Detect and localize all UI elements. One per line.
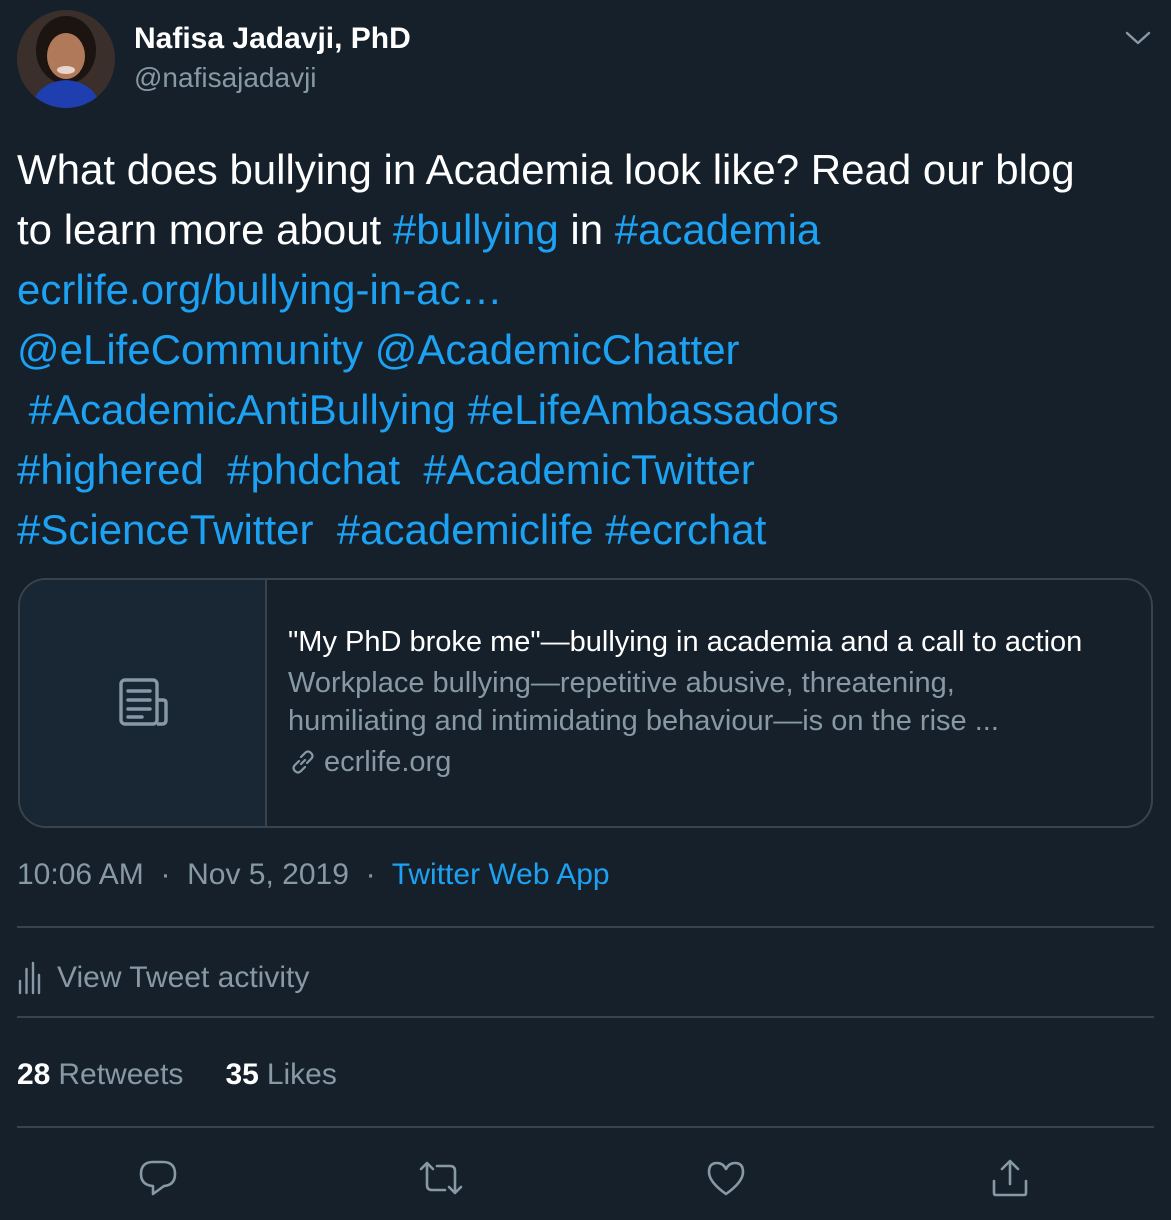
link-icon — [292, 750, 314, 774]
card-description-line: Workplace bullying—repetitive abusive, t… — [288, 667, 955, 699]
tweet-text-line: @eLifeCommunity @AcademicChatter — [17, 320, 1157, 380]
retweet-button[interactable] — [413, 1150, 469, 1206]
divider — [17, 926, 1154, 928]
retweet-icon — [419, 1161, 463, 1195]
tweet-date[interactable]: Nov 5, 2019 — [187, 858, 349, 891]
meta-separator: · — [357, 858, 384, 891]
tweet-text-segment — [594, 506, 606, 553]
tweet-text-segment — [456, 386, 468, 433]
tweet-link[interactable]: ecrlife.org/bullying-in-ac… — [17, 266, 503, 313]
chevron-down-icon[interactable] — [1122, 24, 1154, 52]
likes-stat[interactable]: 35 Likes — [225, 1058, 336, 1092]
tweet-text-segment — [363, 326, 375, 373]
hashtag-link[interactable]: #academia — [615, 206, 820, 253]
hashtag-link[interactable]: #ecrchat — [605, 506, 766, 553]
hashtag-link[interactable]: #bullying — [393, 206, 559, 253]
view-tweet-activity-button[interactable]: View Tweet activity — [17, 957, 309, 999]
reply-button[interactable] — [130, 1150, 186, 1206]
divider — [17, 1126, 1154, 1128]
tweet-text-line: #AcademicAntiBullying #eLifeAmbassadors — [17, 380, 1157, 440]
avatar[interactable] — [17, 10, 115, 108]
tweet-text-segment — [313, 506, 336, 553]
tweet-text: What does bullying in Academia look like… — [17, 140, 1157, 560]
likes-count: 35 — [225, 1058, 259, 1091]
mention-link[interactable]: @eLifeCommunity — [17, 326, 363, 373]
engagement-stats: 28 Retweets 35 Likes — [17, 1058, 379, 1092]
card-domain: ecrlife.org — [288, 742, 1148, 782]
author-handle[interactable]: @nafisajadavji — [134, 62, 317, 94]
hashtag-link[interactable]: #phdchat — [227, 446, 400, 493]
likes-label: Likes — [266, 1058, 337, 1091]
divider — [17, 1016, 1154, 1018]
tweet-text-segment: to learn more about — [17, 206, 393, 253]
tweet-text-segment — [17, 386, 29, 433]
author-display-name[interactable]: Nafisa Jadavji, PhD — [134, 22, 411, 56]
card-thumbnail — [20, 580, 267, 826]
reply-icon — [139, 1160, 177, 1196]
tweet-source-link[interactable]: Twitter Web App — [392, 858, 610, 891]
tweet-text-line: #ScienceTwitter #academiclife #ecrchat — [17, 500, 1157, 560]
tweet-text-line: What does bullying in Academia look like… — [17, 140, 1157, 200]
hashtag-link[interactable]: #highered — [17, 446, 204, 493]
hashtag-link[interactable]: #AcademicAntiBullying — [29, 386, 456, 433]
share-button[interactable] — [982, 1150, 1038, 1206]
retweets-stat[interactable]: 28 Retweets — [17, 1058, 183, 1092]
tweet-detail: Nafisa Jadavji, PhD @nafisajadavji What … — [0, 0, 1171, 1220]
article-icon — [118, 678, 168, 726]
tweet-text-segment — [204, 446, 227, 493]
meta-separator: · — [152, 858, 179, 891]
tweet-text-line: #highered #phdchat #AcademicTwitter — [17, 440, 1157, 500]
retweets-label: Retweets — [58, 1058, 184, 1091]
tweet-time[interactable]: 10:06 AM — [17, 858, 144, 891]
tweet-text-line: ecrlife.org/bullying-in-ac… — [17, 260, 1157, 320]
share-icon — [992, 1159, 1028, 1197]
hashtag-link[interactable]: #ScienceTwitter — [17, 506, 313, 553]
retweets-count: 28 — [17, 1058, 51, 1091]
tweet-text-segment: in — [558, 206, 615, 253]
tweet-text-line: to learn more about #bullying in #academ… — [17, 200, 1157, 260]
view-tweet-activity-label: View Tweet activity — [57, 961, 310, 994]
tweet-text-segment: What does bullying in Academia look like… — [17, 146, 1075, 193]
card-body: "My PhD broke me"—bullying in academia a… — [288, 622, 1148, 782]
heart-icon — [707, 1161, 745, 1196]
bar-chart-icon — [18, 961, 41, 995]
card-description: Workplace bullying—repetitive abusive, t… — [288, 664, 1148, 740]
tweet-text-segment — [400, 446, 423, 493]
hashtag-link[interactable]: #AcademicTwitter — [423, 446, 754, 493]
card-description-line: humiliating and intimidating behaviour—i… — [288, 705, 999, 737]
mention-link[interactable]: @AcademicChatter — [375, 326, 740, 373]
hashtag-link[interactable]: #eLifeAmbassadors — [468, 386, 839, 433]
hashtag-link[interactable]: #academiclife — [337, 506, 594, 553]
tweet-meta: 10:06 AM · Nov 5, 2019 · Twitter Web App — [17, 858, 610, 892]
link-preview-card[interactable]: "My PhD broke me"—bullying in academia a… — [18, 578, 1153, 828]
card-domain-text: ecrlife.org — [324, 746, 452, 778]
card-title: "My PhD broke me"—bullying in academia a… — [288, 626, 1083, 658]
like-button[interactable] — [698, 1150, 754, 1206]
tweet-actions-bar — [0, 1150, 1171, 1206]
